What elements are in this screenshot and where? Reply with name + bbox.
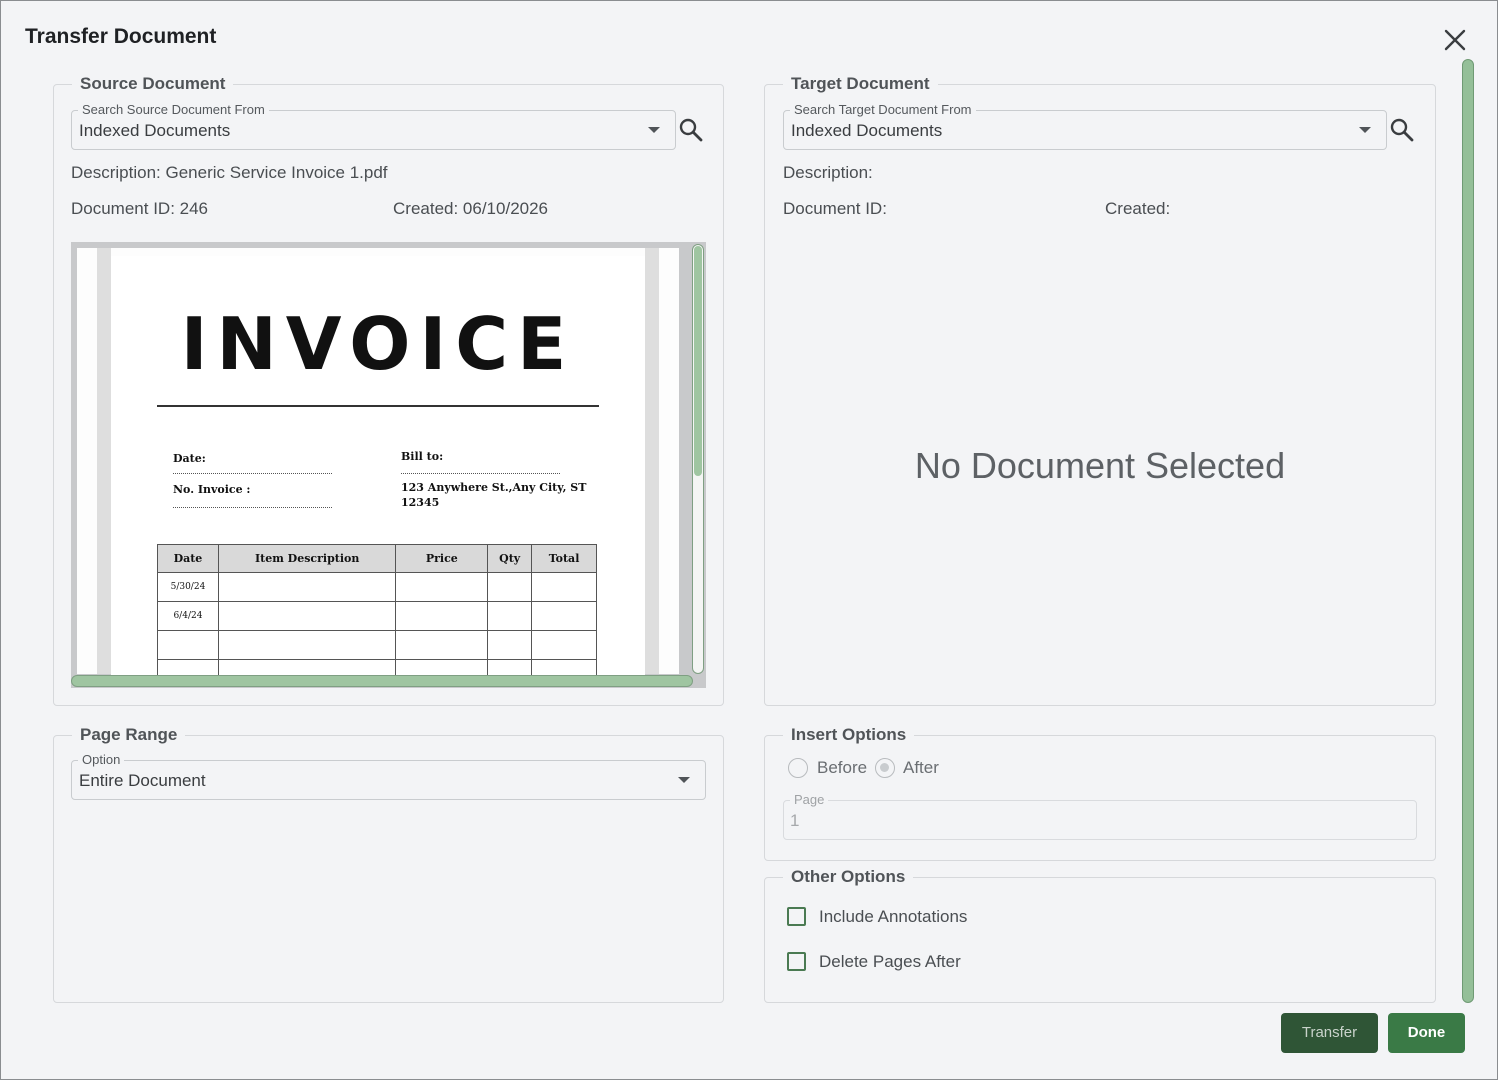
delete-pages-after-label: Delete Pages After: [819, 952, 961, 971]
table-cell: [395, 630, 489, 660]
chevron-down-icon: [1359, 127, 1371, 133]
include-annotations-label: Include Annotations: [819, 907, 968, 926]
source-document-legend: Source Document: [80, 74, 226, 93]
target-document-id: Document ID:: [783, 199, 887, 218]
source-search-icon[interactable]: [678, 117, 704, 143]
chevron-down-icon: [678, 777, 690, 783]
address-line-2: 12345: [401, 496, 440, 509]
after-radio-label: After: [903, 758, 939, 777]
table-cell: [395, 601, 489, 631]
transfer-button[interactable]: Transfer: [1281, 1013, 1378, 1053]
source-document-id: Document ID: 246: [71, 199, 209, 218]
source-search-value: Indexed Documents: [79, 121, 231, 140]
table-cell: [487, 659, 533, 676]
done-button[interactable]: Done: [1388, 1013, 1465, 1053]
table-cell: [395, 659, 489, 676]
table-header-price: Price: [395, 544, 489, 573]
table-cell: [487, 630, 533, 660]
address-line-1: 123 Anywhere St.,Any City, ST: [401, 481, 587, 494]
source-description: Description: Generic Service Invoice 1.p…: [71, 163, 388, 182]
invoice-items-table: Date Item Description Price Qty Total 5/…: [157, 544, 597, 676]
invoice-title-rule: [157, 405, 599, 407]
transfer-document-dialog: Transfer Document Source Document Search…: [0, 0, 1498, 1080]
source-search-select[interactable]: Search Source Document From Indexed Docu…: [71, 103, 676, 150]
page-number-label: Page: [790, 793, 829, 807]
preview-horizontal-scrollbar[interactable]: [71, 675, 693, 687]
target-search-icon[interactable]: [1389, 117, 1415, 143]
chevron-down-icon: [648, 127, 660, 133]
table-cell: [217, 572, 397, 602]
target-search-label: Search Target Document From: [790, 103, 976, 117]
invoice-number-label: No. Invoice :: [173, 483, 251, 496]
table-cell: [217, 630, 397, 660]
table-row: [157, 630, 597, 660]
page-number-value: 1: [790, 811, 800, 830]
invoice-title: INVOICE: [180, 302, 576, 386]
source-created: Created: 06/10/2026: [393, 199, 549, 218]
bill-to-label: Bill to:: [401, 450, 444, 463]
table-header-total: Total: [531, 544, 597, 573]
close-icon[interactable]: [1441, 26, 1469, 54]
table-cell: [157, 659, 219, 676]
table-header-row: Date Item Description Price Qty Total: [157, 544, 597, 573]
table-cell: 6/4/24: [157, 601, 219, 631]
after-radio[interactable]: [875, 758, 895, 778]
target-description: Description:: [783, 163, 873, 182]
other-options-group: Other Options: [764, 867, 1436, 1003]
page-shadow-right: [645, 248, 659, 674]
target-search-select[interactable]: Search Target Document From Indexed Docu…: [783, 103, 1387, 150]
table-cell: [531, 630, 597, 660]
insert-options-group: Insert Options: [764, 725, 1436, 861]
table-cell: [487, 572, 533, 602]
date-dotted-line: [173, 473, 332, 474]
table-row: [157, 659, 597, 676]
delete-pages-after-checkbox[interactable]: [787, 952, 806, 971]
target-created: Created:: [1105, 199, 1171, 218]
table-cell: [487, 601, 533, 631]
before-radio[interactable]: [788, 758, 808, 778]
table-cell: 5/30/24: [157, 572, 219, 602]
dialog-vertical-scrollbar[interactable]: [1462, 59, 1474, 1003]
table-header-date: Date: [157, 544, 219, 573]
preview-vertical-scroll-thumb[interactable]: [694, 246, 702, 476]
dialog-title: Transfer Document: [25, 25, 217, 48]
source-search-label: Search Source Document From: [78, 103, 269, 117]
table-cell: [395, 572, 489, 602]
invoice-page: INVOICE Date: No. Invoice : Bill to: 123…: [111, 256, 645, 676]
table-header-qty: Qty: [487, 544, 533, 573]
page-range-legend: Page Range: [80, 725, 178, 744]
page-range-option-label: Option: [78, 753, 125, 767]
table-cell: [157, 630, 219, 660]
page-range-option-value: Entire Document: [79, 771, 206, 790]
table-row: 5/30/24: [157, 572, 597, 602]
table-cell: [531, 572, 597, 602]
invoice-date-label: Date:: [173, 452, 206, 465]
include-annotations-checkbox[interactable]: [787, 907, 806, 926]
bill-to-dotted-line: [401, 473, 560, 474]
insert-options-legend: Insert Options: [791, 725, 907, 744]
table-cell: [531, 659, 597, 676]
other-options-legend: Other Options: [791, 867, 906, 886]
invoice-number-dotted-line: [173, 507, 332, 508]
page-shadow-left: [97, 248, 111, 674]
table-cell: [217, 601, 397, 631]
page-range-option-select[interactable]: Option Entire Document: [71, 753, 706, 800]
before-radio-label: Before: [817, 758, 868, 777]
table-header-item-description: Item Description: [217, 544, 397, 573]
document-preview[interactable]: INVOICE Date: No. Invoice : Bill to: 123…: [71, 242, 706, 688]
table-row: 6/4/24: [157, 601, 597, 631]
no-document-message: No Document Selected: [914, 445, 1286, 486]
table-cell: [217, 659, 397, 676]
target-document-legend: Target Document: [791, 74, 930, 93]
target-search-value: Indexed Documents: [791, 121, 943, 140]
preview-vertical-scrollbar[interactable]: [692, 244, 704, 674]
page-number-field[interactable]: Page 1: [783, 793, 1417, 840]
table-cell: [531, 601, 597, 631]
